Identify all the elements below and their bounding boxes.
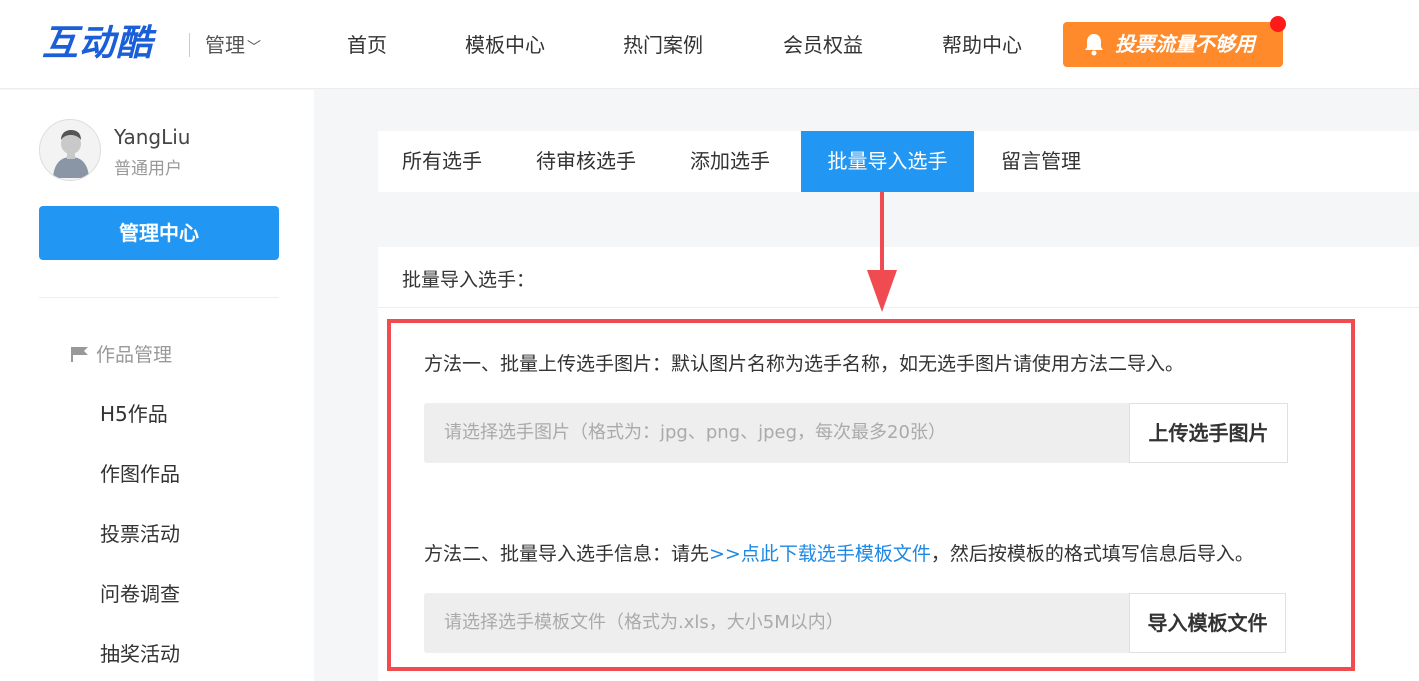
- notification-dot: [1270, 16, 1286, 32]
- template-file-input[interactable]: 请选择选手模板文件（格式为.xls，大小5M以内）: [424, 593, 1129, 653]
- nav-member-benefits[interactable]: 会员权益: [783, 31, 863, 59]
- works-management-heading: 作品管理: [70, 342, 172, 368]
- sidebar-item-h5-works[interactable]: H5作品: [100, 400, 168, 428]
- works-management-label: 作品管理: [96, 344, 173, 366]
- tab-pending-review[interactable]: 待审核选手: [536, 131, 636, 192]
- avatar[interactable]: [39, 119, 101, 181]
- bell-icon: [1085, 34, 1103, 56]
- chevron-down-icon: ﹀: [247, 40, 261, 56]
- method-two-suffix: ，然后按模板的格式填写信息后导入。: [930, 543, 1254, 565]
- annotation-arrow-icon: [867, 192, 897, 312]
- nav-template-center[interactable]: 模板中心: [465, 31, 545, 59]
- panel-title: 批量导入选手：: [402, 269, 536, 291]
- sidebar-item-lottery[interactable]: 抽奖活动: [100, 640, 180, 668]
- sidebar-divider: [39, 297, 279, 298]
- nav-hot-cases[interactable]: 热门案例: [623, 31, 703, 59]
- method-two-prefix: 方法二、批量导入选手信息：请先: [424, 543, 710, 565]
- import-template-button[interactable]: 导入模板文件: [1129, 593, 1286, 653]
- tab-batch-import[interactable]: 批量导入选手: [801, 131, 974, 192]
- sidebar-item-image-works[interactable]: 作图作品: [100, 460, 180, 488]
- annotation-highlight-box: 方法一、批量上传选手图片：默认图片名称为选手名称，如无选手图片请使用方法二导入。…: [387, 319, 1355, 671]
- method-one-text: 方法一、批量上传选手图片：默认图片名称为选手名称，如无选手图片请使用方法二导入。: [424, 353, 1185, 375]
- contestant-tabs: 所有选手 待审核选手 添加选手 批量导入选手 留言管理: [378, 131, 1419, 192]
- tab-all-contestants[interactable]: 所有选手: [402, 131, 482, 192]
- manage-dropdown-label: 管理: [205, 33, 245, 57]
- upload-images-button[interactable]: 上传选手图片: [1129, 403, 1288, 463]
- admin-center-button[interactable]: 管理中心: [39, 206, 279, 260]
- user-name: YangLiu: [114, 125, 191, 149]
- sidebar: YangLiu 普通用户 管理中心 作品管理 H5作品 作图作品 投票活动 问卷…: [0, 90, 314, 681]
- flag-icon: [71, 347, 88, 362]
- top-header: 互动酷 管理 ﹀ 首页 模板中心 热门案例 会员权益 帮助中心 投票流量不够用: [0, 0, 1419, 89]
- manage-dropdown[interactable]: 管理 ﹀: [205, 31, 261, 62]
- nav-help-center[interactable]: 帮助中心: [942, 31, 1022, 59]
- sidebar-item-voting[interactable]: 投票活动: [100, 520, 180, 548]
- user-avatar-icon: [53, 130, 89, 178]
- user-type: 普通用户: [114, 159, 182, 179]
- brand-logo[interactable]: 互动酷: [42, 24, 153, 64]
- sidebar-item-survey[interactable]: 问卷调查: [100, 580, 180, 608]
- tab-add-contestant[interactable]: 添加选手: [690, 131, 770, 192]
- vote-traffic-button[interactable]: 投票流量不够用: [1063, 16, 1286, 67]
- header-divider: [189, 33, 190, 57]
- download-template-link[interactable]: >>点此下载选手模板文件: [709, 543, 931, 565]
- vote-traffic-label: 投票流量不够用: [1115, 32, 1255, 56]
- method-two-text: 方法二、批量导入选手信息：请先>>点此下载选手模板文件，然后按模板的格式填写信息…: [424, 539, 1254, 566]
- image-file-input[interactable]: 请选择选手图片（格式为：jpg、png、jpeg，每次最多20张）: [424, 403, 1129, 463]
- nav-home[interactable]: 首页: [347, 31, 387, 59]
- tab-message-management[interactable]: 留言管理: [1001, 131, 1081, 192]
